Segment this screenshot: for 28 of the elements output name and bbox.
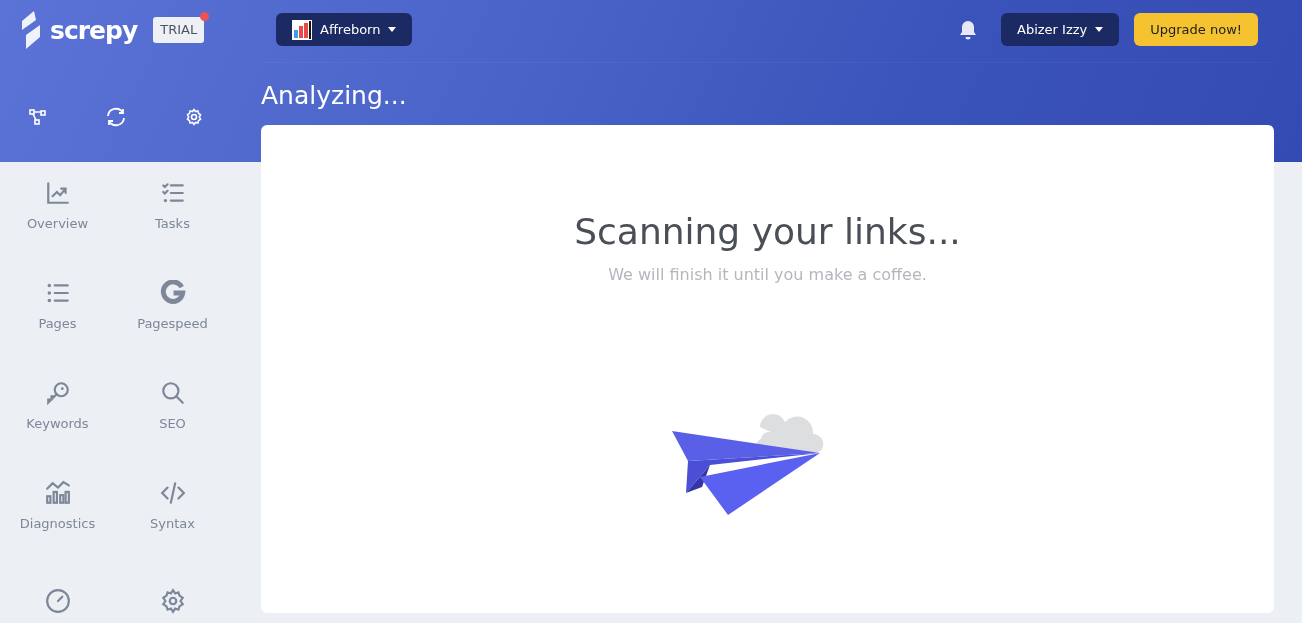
chart-icon — [44, 180, 71, 206]
search-icon — [159, 380, 186, 406]
sidebar-item[interactable]: Syntax — [115, 472, 230, 572]
upgrade-button[interactable]: Upgrade now! — [1134, 13, 1258, 46]
key-icon — [44, 380, 71, 406]
scan-heading: Scanning your links... — [574, 209, 961, 254]
g-letter-icon — [159, 280, 186, 306]
code-icon — [159, 480, 186, 506]
project-dropdown[interactable]: Affreborn — [276, 13, 413, 46]
gauge-icon — [44, 588, 71, 614]
notification-bell-icon[interactable] — [957, 18, 979, 41]
bar-graph-icon — [44, 480, 71, 506]
brand-name: screpy — [50, 17, 138, 43]
scan-subtitle: We will finish it until you make a coffee. — [608, 263, 927, 286]
page-title: Analyzing... — [261, 80, 408, 112]
caret-icon — [1095, 27, 1104, 32]
user-dropdown[interactable]: Abizer Izzy — [1001, 13, 1120, 46]
sidebar-item[interactable]: Diagnostics — [0, 472, 115, 572]
sidebar-item[interactable]: Keywords — [0, 372, 115, 472]
caret-icon — [388, 27, 397, 32]
sidebar-item[interactable]: Pagespeed — [115, 272, 230, 372]
sidebar-item[interactable]: Pages — [0, 272, 115, 372]
sidebar-item[interactable]: SEO — [115, 372, 230, 472]
sidebar-item[interactable]: Overview — [0, 172, 115, 272]
logo-icon — [20, 11, 42, 49]
sidebar-item[interactable]: Tasks — [115, 172, 230, 272]
settings-icon — [159, 588, 186, 614]
bar-chart-icon — [292, 19, 312, 40]
